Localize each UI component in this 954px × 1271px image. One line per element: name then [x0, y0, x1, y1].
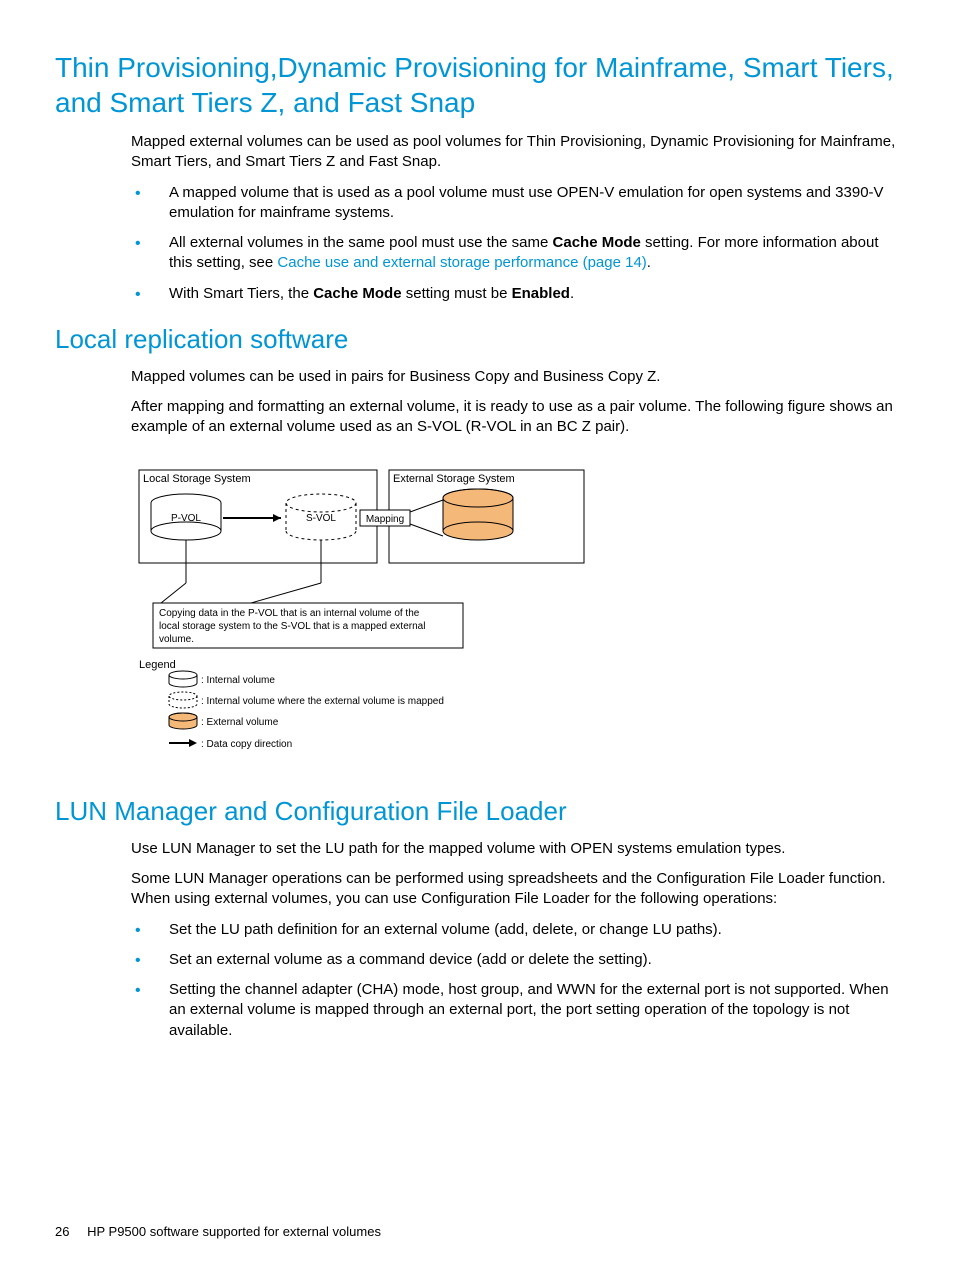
section2-para2: After mapping and formatting an external…: [131, 397, 899, 438]
legend-item: : Internal volume where the external vol…: [201, 696, 444, 707]
diagram-local-label: Local Storage System: [143, 473, 251, 485]
legend-item: : External volume: [201, 717, 279, 728]
svg-text:volume.: volume.: [159, 634, 194, 645]
section1-para1: Mapped external volumes can be used as p…: [131, 132, 899, 173]
pvol-cylinder-icon: P-VOL: [151, 494, 221, 540]
legend-item: : Internal volume: [201, 675, 275, 686]
text-bold: Cache Mode: [313, 285, 401, 302]
text: .: [647, 254, 651, 271]
section3-para1: Use LUN Manager to set the LU path for t…: [131, 839, 899, 859]
legend-item: : Data copy direction: [201, 739, 292, 750]
list-item: Setting the channel adapter (CHA) mode, …: [131, 980, 899, 1041]
list-item: Set an external volume as a command devi…: [131, 950, 899, 970]
legend-arrow-icon: [169, 739, 197, 747]
list-item: A mapped volume that is used as a pool v…: [131, 183, 899, 224]
svg-text:S-VOL: S-VOL: [306, 513, 336, 524]
diagram-local-replication: Local Storage System External Storage Sy…: [131, 468, 631, 774]
section-heading-local-replication: Local replication software: [55, 322, 899, 357]
page-footer: 26 HP P9500 software supported for exter…: [55, 1223, 381, 1241]
link-cache-use[interactable]: Cache use and external storage performan…: [277, 254, 646, 271]
svol-cylinder-icon: S-VOL: [286, 494, 356, 540]
svg-text:P-VOL: P-VOL: [171, 513, 201, 524]
section2-para1: Mapped volumes can be used in pairs for …: [131, 367, 899, 387]
text: .: [570, 285, 574, 302]
footer-title: HP P9500 software supported for external…: [87, 1224, 381, 1239]
legend-mapped-volume-icon: [169, 692, 197, 708]
list-item: With Smart Tiers, the Cache Mode setting…: [131, 284, 899, 304]
page-number: 26: [55, 1224, 69, 1239]
section1-bullets: A mapped volume that is used as a pool v…: [131, 183, 899, 304]
text-bold: Cache Mode: [553, 234, 641, 251]
list-item: All external volumes in the same pool mu…: [131, 233, 899, 274]
svg-text:local storage system to the S-: local storage system to the S-VOL that i…: [159, 621, 425, 632]
section3-bullets: Set the LU path definition for an extern…: [131, 920, 899, 1041]
text: With Smart Tiers, the: [169, 285, 313, 302]
section3-para2: Some LUN Manager operations can be perfo…: [131, 869, 899, 910]
legend-internal-volume-icon: [169, 671, 197, 687]
section-heading-thin-provisioning: Thin Provisioning,Dynamic Provisioning f…: [55, 50, 899, 120]
diagram-caption: Copying data in the P-VOL that is an int…: [159, 608, 420, 619]
diagram-legend-title: Legend: [139, 659, 176, 671]
diagram-external-label: External Storage System: [393, 473, 515, 485]
legend-external-volume-icon: [169, 713, 197, 729]
external-cylinder-icon: [443, 489, 513, 540]
text: All external volumes in the same pool mu…: [169, 234, 553, 251]
section-heading-lun-manager: LUN Manager and Configuration File Loade…: [55, 794, 899, 829]
list-item: Set the LU path definition for an extern…: [131, 920, 899, 940]
diagram-mapping-label: Mapping: [366, 514, 404, 525]
text-bold: Enabled: [512, 285, 570, 302]
text: setting must be: [402, 285, 512, 302]
